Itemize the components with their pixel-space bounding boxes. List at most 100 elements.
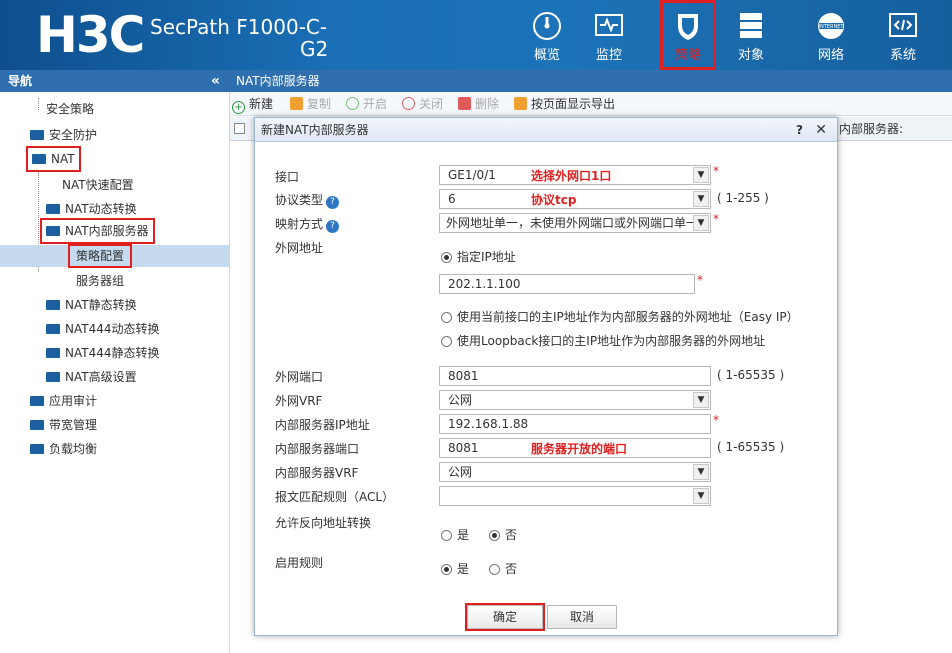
export-button[interactable]: 按页面显示导出 — [514, 92, 615, 116]
topnav-system[interactable]: 系统 — [872, 0, 934, 70]
trash-icon — [458, 97, 471, 110]
copy-button[interactable]: 复制 — [290, 92, 331, 116]
enable-yes-radio[interactable]: 是 — [441, 560, 469, 577]
sidebar-item-load-balance[interactable]: 负载均衡 — [30, 438, 97, 460]
server-icon — [740, 13, 762, 38]
sidebar-item-bandwidth[interactable]: 带宽管理 — [30, 414, 97, 436]
topnav-policy[interactable]: 策略 — [660, 0, 716, 70]
sidebar-item-app-audit[interactable]: 应用审计 — [30, 390, 97, 412]
ok-button[interactable]: 确定 — [465, 603, 545, 631]
acl-label: 报文匹配规则（ACL） — [275, 490, 395, 504]
delete-button[interactable]: 删除 — [458, 92, 499, 116]
interface-label: 接口 — [275, 170, 300, 184]
sidebar-item-nat[interactable]: NAT — [26, 146, 81, 172]
sidebar-item-nat444-dynamic[interactable]: NAT444动态转换 — [46, 318, 160, 340]
topnav-overview[interactable]: 概览 — [516, 0, 578, 70]
cancel-button[interactable]: 取消 — [547, 605, 617, 629]
folder-icon — [30, 396, 44, 406]
int-vrf-select[interactable]: 公网 ▼ — [439, 462, 711, 482]
mapping-select[interactable]: 外网地址单一，未使用外网端口或外网端口单一 ▼ — [439, 213, 711, 233]
nav-header: 导航 « — [0, 70, 230, 92]
int-ip-input[interactable]: 192.168.1.88 — [439, 414, 711, 434]
grid-column-header[interactable]: 内部服务器: — [832, 117, 952, 141]
folder-icon — [46, 324, 60, 334]
sidebar-item-policy-config[interactable]: 策略配置 — [67, 244, 133, 268]
sidebar-item-nat-advanced[interactable]: NAT高级设置 — [46, 366, 137, 388]
new-button[interactable]: + 新建 — [232, 92, 273, 116]
toolbar: + 新建 复制 开启 关闭 删除 按页面显示导出 — [230, 92, 952, 116]
help-icon[interactable]: ? — [796, 118, 803, 142]
enable-rule-label: 启用规则 — [275, 556, 324, 570]
interface-note: 选择外网口1口 — [531, 169, 612, 183]
protocol-note: 协议tcp — [531, 193, 577, 207]
topnav-monitor[interactable]: 监控 — [578, 0, 640, 70]
folder-icon — [46, 372, 60, 382]
check-circle-icon — [346, 97, 359, 110]
folder-icon — [46, 348, 60, 358]
int-port-note: 服务器开放的端口 — [531, 442, 628, 456]
ext-vrf-select[interactable]: 公网 ▼ — [439, 390, 711, 410]
sidebar-item-nat-server[interactable]: NAT内部服务器 — [40, 218, 155, 244]
help-icon[interactable]: ? — [326, 220, 340, 233]
select-all-checkbox[interactable] — [234, 123, 245, 134]
topnav-overview-label: 概览 — [533, 48, 560, 63]
close-icon[interactable]: ✕ — [815, 118, 827, 142]
ext-port-label: 外网端口 — [275, 370, 324, 384]
code-icon — [889, 13, 917, 37]
reverse-label: 允许反向地址转换 — [275, 516, 372, 530]
radio-easy-ip[interactable]: 使用当前接口的主IP地址作为内部服务器的外网地址（Easy IP） — [441, 308, 799, 325]
sidebar-item-security-policy[interactable]: 安全策略 — [46, 98, 94, 120]
ext-vrf-label: 外网VRF — [275, 394, 323, 408]
product-name-line1: SecPath F1000-C- — [150, 15, 328, 39]
int-vrf-label: 内部服务器VRF — [275, 466, 359, 480]
folder-icon — [30, 420, 44, 430]
required-mark: * — [713, 164, 719, 178]
collapse-icon[interactable]: « — [211, 70, 220, 92]
topnav-system-label: 系统 — [889, 48, 916, 63]
reverse-no-radio[interactable]: 否 — [489, 526, 517, 543]
help-icon[interactable]: ? — [326, 196, 340, 209]
mapping-label: 映射方式? — [275, 215, 340, 233]
sidebar-item-server-group[interactable]: 服务器组 — [76, 270, 124, 292]
sidebar-item-nat-dynamic[interactable]: NAT动态转换 — [46, 198, 137, 220]
radio-specify-ip[interactable]: 指定IP地址 — [441, 248, 516, 265]
int-port-label: 内部服务器端口 — [275, 442, 360, 456]
sidebar-item-nat-quick[interactable]: NAT快速配置 — [46, 174, 134, 196]
topnav-policy-label: 策略 — [674, 48, 701, 63]
folder-icon — [30, 444, 44, 454]
ext-port-range: ( 1-65535 ) — [717, 368, 785, 382]
enable-button[interactable]: 开启 — [346, 92, 387, 116]
reverse-yes-radio[interactable]: 是 — [441, 526, 469, 543]
ext-addr-label: 外网地址 — [275, 241, 324, 255]
int-ip-label: 内部服务器IP地址 — [275, 418, 370, 432]
radio-loopback-ip[interactable]: 使用Loopback接口的主IP地址作为内部服务器的外网地址 — [441, 332, 765, 349]
topnav-network[interactable]: INTERNET 网络 — [800, 0, 862, 70]
sidebar: 安全策略 安全防护 NAT NAT快速配置 NAT动态转换 NAT内部服务器 策… — [0, 92, 230, 653]
chevron-down-icon: ▼ — [693, 191, 709, 207]
tree-line — [38, 98, 39, 110]
top-banner: H3C SecPath F1000-C- G2 概览 监控 策略 对象 INTE… — [0, 0, 952, 70]
sidebar-item-security-protection[interactable]: 安全防护 — [30, 124, 97, 146]
svg-text:INTERNET: INTERNET — [819, 24, 845, 30]
tab-nat-server[interactable]: NAT内部服务器 — [230, 70, 952, 92]
chevron-down-icon: ▼ — [693, 488, 709, 504]
chevron-down-icon: ▼ — [693, 215, 709, 231]
dashboard-icon — [533, 12, 561, 40]
copy-icon — [290, 97, 303, 110]
sidebar-item-nat444-static[interactable]: NAT444静态转换 — [46, 342, 160, 364]
monitor-icon — [595, 14, 623, 36]
protocol-range: ( 1-255 ) — [717, 191, 769, 205]
sidebar-item-policy-config-row[interactable]: 策略配置 — [0, 244, 230, 268]
sidebar-item-nat-static[interactable]: NAT静态转换 — [46, 294, 137, 316]
folder-icon — [46, 204, 60, 214]
topnav-object[interactable]: 对象 — [720, 0, 782, 70]
ext-port-input[interactable]: 8081 — [439, 366, 711, 386]
plus-icon: + — [232, 101, 245, 114]
disable-button[interactable]: 关闭 — [402, 92, 443, 116]
close-circle-icon — [402, 97, 415, 110]
enable-no-radio[interactable]: 否 — [489, 560, 517, 577]
topnav-object-label: 对象 — [737, 48, 764, 63]
internet-icon: INTERNET — [818, 13, 845, 39]
acl-select[interactable]: ▼ — [439, 486, 711, 506]
ext-ip-input[interactable]: 202.1.1.100 — [439, 274, 695, 294]
